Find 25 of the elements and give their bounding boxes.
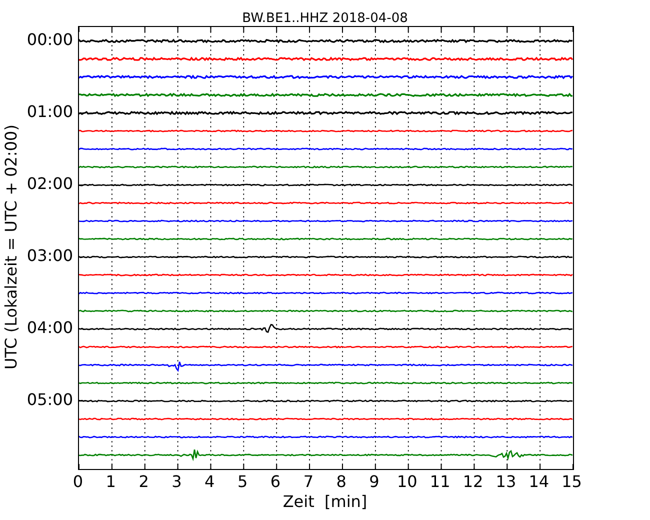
x-tick-label: 14 [528,472,550,492]
x-tick-label: 10 [397,472,418,492]
x-tick-label: 11 [430,472,450,492]
chart-title: BW.BE1..HHZ 2018-04-08 [242,11,408,27]
x-tick-label: 4 [204,472,215,492]
x-tick-label: 0 [72,472,84,492]
x-tick-label: 9 [369,472,380,492]
x-tick-label: 15 [562,472,582,492]
x-tick-label: 13 [496,472,516,492]
x-tick-label: 3 [172,472,182,492]
y-tick-label: 04:00 [26,319,73,337]
x-tick-label: 12 [462,472,484,492]
x-tick-label: 1 [106,472,116,492]
x-tick-label: 6 [270,472,281,492]
x-axis-label: Zeit [min] [282,492,368,512]
x-tick-label: 2 [138,472,149,492]
y-axis-label: UTC (Lokalzeit = UTC + 02:00) [2,124,20,370]
x-tick-label: 7 [303,472,314,492]
x-tick-label: 8 [336,472,346,492]
y-tick-label: 02:00 [26,175,73,193]
y-tick-label: 00:00 [26,31,73,49]
x-tick-label: 5 [237,472,248,492]
y-tick-label: 05:00 [26,391,73,409]
y-tick-label: 03:00 [26,247,73,265]
y-tick-label: 01:00 [26,103,73,121]
